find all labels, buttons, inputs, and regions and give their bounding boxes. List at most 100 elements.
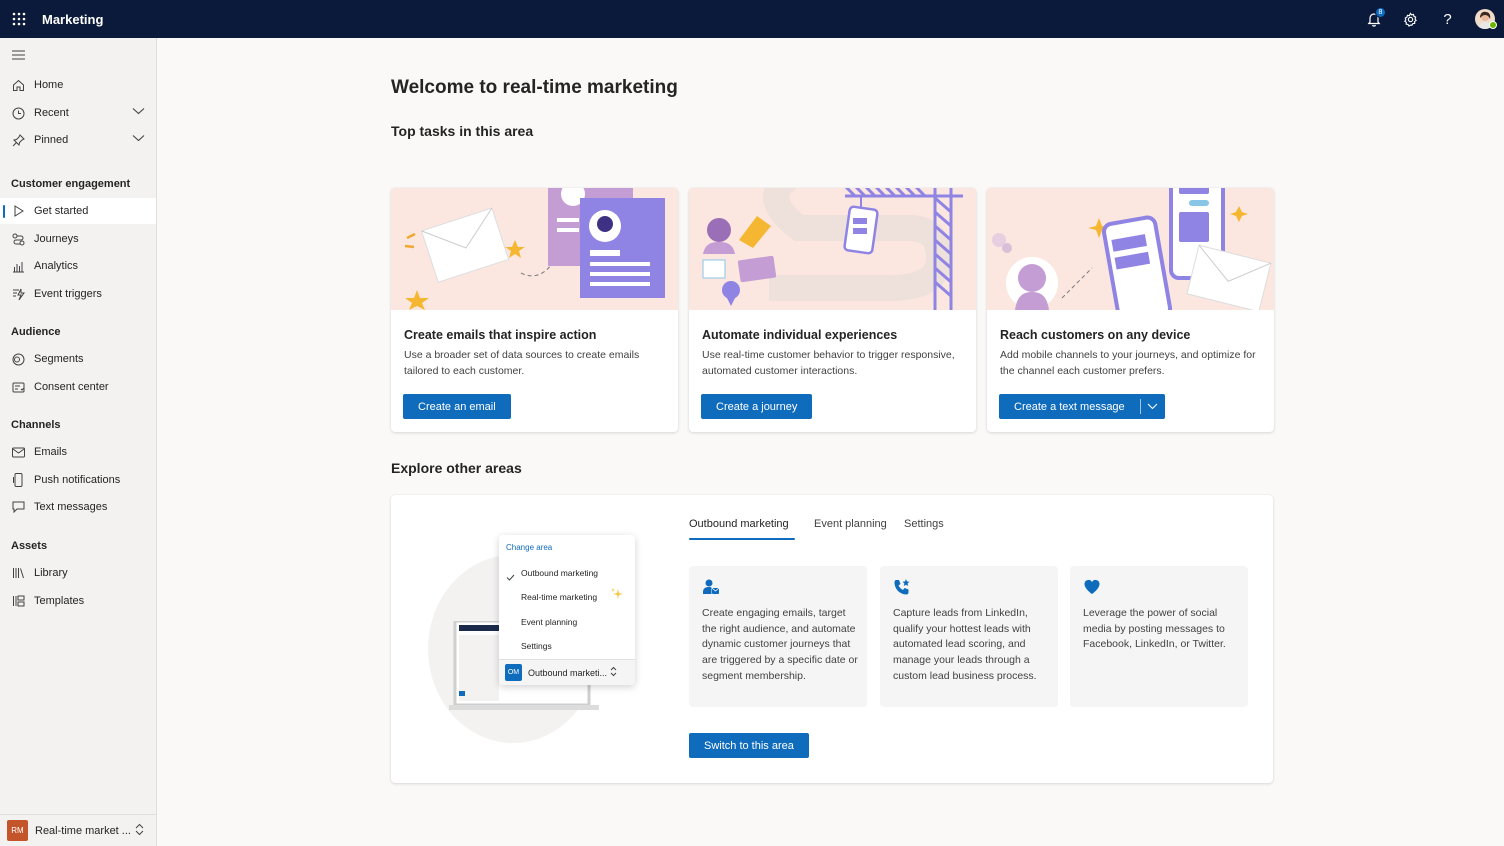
home-icon: [11, 78, 25, 92]
change-area-header: Change area: [506, 543, 553, 552]
sidebar-section-customer-engagement: Customer engagement: [11, 178, 131, 190]
sidebar-item-get-started[interactable]: Get started: [0, 198, 156, 224]
notifications-button[interactable]: 8: [1355, 0, 1392, 38]
heart-icon: [1083, 578, 1103, 598]
create-journey-button[interactable]: Create a journey: [701, 394, 813, 419]
card-title: Automate individual experiences: [702, 328, 898, 342]
create-text-message-split-button: Create a text message: [999, 394, 1165, 419]
feature-description: Create engaging emails, target the right…: [702, 607, 858, 682]
sidebar-section-channels: Channels: [11, 419, 61, 431]
card-title: Reach customers on any device: [1000, 328, 1191, 342]
journey-icon: [11, 232, 25, 246]
sidebar: Home Recent Pinned Customer engagement G…: [0, 38, 157, 846]
sidebar-item-label: Push notifications: [34, 474, 121, 486]
consent-icon: [11, 380, 25, 394]
app-launcher-icon[interactable]: [0, 0, 38, 38]
tab-event-planning[interactable]: Event planning: [814, 518, 887, 530]
sidebar-item-emails[interactable]: Emails: [0, 439, 156, 465]
card-title: Create emails that inspire action: [404, 328, 597, 342]
email-illustration: [391, 188, 678, 310]
sidebar-item-push-notifications[interactable]: Push notifications: [0, 467, 156, 493]
question-icon: ?: [1443, 10, 1452, 28]
sidebar-item-label: Text messages: [34, 501, 108, 513]
area-switcher-label: Real-time market ...: [35, 824, 131, 837]
play-icon: [11, 204, 25, 218]
chevron-down-icon[interactable]: [132, 133, 145, 145]
card-description: Use real-time customer behavior to trigg…: [702, 349, 955, 377]
active-tab-indicator: [689, 538, 795, 540]
menu-item-settings: Settings: [521, 641, 552, 651]
user-avatar-button[interactable]: [1466, 0, 1504, 38]
sidebar-item-recent[interactable]: Recent: [0, 100, 156, 126]
menu-item-real-time: Real-time marketing: [521, 592, 598, 602]
tab-outbound-marketing[interactable]: Outbound marketing: [689, 518, 789, 530]
app-title[interactable]: Marketing: [42, 12, 103, 27]
chat-icon: [11, 500, 25, 514]
clock-icon: [11, 106, 25, 120]
task-card-create-emails: Create emails that inspire action Use a …: [391, 188, 678, 432]
sidebar-item-segments[interactable]: Segments: [0, 346, 156, 372]
library-icon: [11, 566, 25, 580]
sidebar-item-pinned[interactable]: Pinned: [0, 127, 156, 153]
mail-icon: [11, 445, 25, 459]
tab-settings[interactable]: Settings: [904, 518, 944, 530]
sidebar-item-consent-center[interactable]: Consent center: [0, 374, 156, 400]
sidebar-item-journeys[interactable]: Journeys: [0, 226, 156, 252]
pin-icon: [11, 133, 25, 147]
card-description: Use a broader set of data sources to cre…: [404, 349, 640, 377]
menu-footer-label: Outbound marketi...: [528, 667, 608, 678]
presence-status-icon: [1489, 21, 1497, 29]
sidebar-item-text-messages[interactable]: Text messages: [0, 494, 156, 520]
sidebar-item-label: Journeys: [34, 233, 79, 245]
sidebar-item-label: Segments: [34, 353, 84, 365]
change-area-menu-illustration: Change area Outbound marketing Real-time…: [499, 535, 635, 685]
help-button[interactable]: ?: [1429, 0, 1466, 38]
checkmark-icon: [506, 568, 515, 586]
templates-icon: [11, 594, 25, 608]
feature-card-leads: Capture leads from LinkedIn, qualify you…: [880, 566, 1058, 707]
feature-description: Leverage the power of social media by po…: [1083, 607, 1226, 651]
area-switcher[interactable]: RM Real-time market ...: [0, 814, 156, 846]
sidebar-item-label: Event triggers: [34, 288, 102, 300]
event-trigger-icon: [11, 287, 25, 301]
sidebar-item-label: Recent: [34, 107, 69, 119]
person-mail-icon: [702, 578, 722, 598]
sparkle-icon: [610, 587, 624, 606]
settings-button[interactable]: [1392, 0, 1429, 38]
top-tasks-heading: Top tasks in this area: [391, 123, 534, 139]
menu-item-event-planning: Event planning: [521, 617, 578, 627]
sidebar-item-label: Consent center: [34, 381, 109, 393]
sidebar-item-label: Emails: [34, 446, 68, 458]
feature-card-social: Leverage the power of social media by po…: [1070, 566, 1248, 707]
sidebar-section-audience: Audience: [11, 326, 61, 338]
sidebar-item-library[interactable]: Library: [0, 560, 156, 586]
phone-icon: [11, 473, 25, 487]
top-bar: Marketing 8 ?: [0, 0, 1504, 38]
feature-card-emails: Create engaging emails, target the right…: [689, 566, 867, 707]
sidebar-item-analytics[interactable]: Analytics: [0, 253, 156, 279]
sidebar-item-templates[interactable]: Templates: [0, 588, 156, 614]
sidebar-item-label: Library: [34, 567, 68, 579]
task-card-automate-experiences: Automate individual experiences Use real…: [689, 188, 976, 432]
segments-icon: [11, 352, 25, 366]
analytics-icon: [11, 259, 25, 273]
device-illustration: [987, 188, 1274, 310]
sidebar-section-assets: Assets: [11, 540, 48, 552]
chevron-down-icon[interactable]: [132, 106, 145, 118]
sidebar-item-label: Templates: [34, 595, 85, 607]
feature-description: Capture leads from LinkedIn, qualify you…: [893, 607, 1037, 682]
card-description: Add mobile channels to your journeys, an…: [1000, 349, 1256, 377]
task-card-reach-customers: Reach customers on any device Add mobile…: [987, 188, 1274, 432]
sidebar-item-event-triggers[interactable]: Event triggers: [0, 281, 156, 307]
hamburger-menu-icon[interactable]: [8, 46, 28, 64]
chevron-down-icon[interactable]: [1141, 394, 1165, 419]
sidebar-item-label: Get started: [34, 205, 89, 217]
sidebar-item-label: Pinned: [34, 134, 69, 146]
area-badge: RM: [7, 820, 28, 841]
menu-footer: OM Outbound marketi...: [499, 659, 635, 685]
create-email-button[interactable]: Create an email: [403, 394, 511, 419]
notification-count-badge: 8: [1375, 7, 1386, 18]
switch-area-button[interactable]: Switch to this area: [689, 733, 809, 758]
create-text-message-button[interactable]: Create a text message: [999, 399, 1141, 414]
sidebar-item-home[interactable]: Home: [0, 72, 156, 98]
